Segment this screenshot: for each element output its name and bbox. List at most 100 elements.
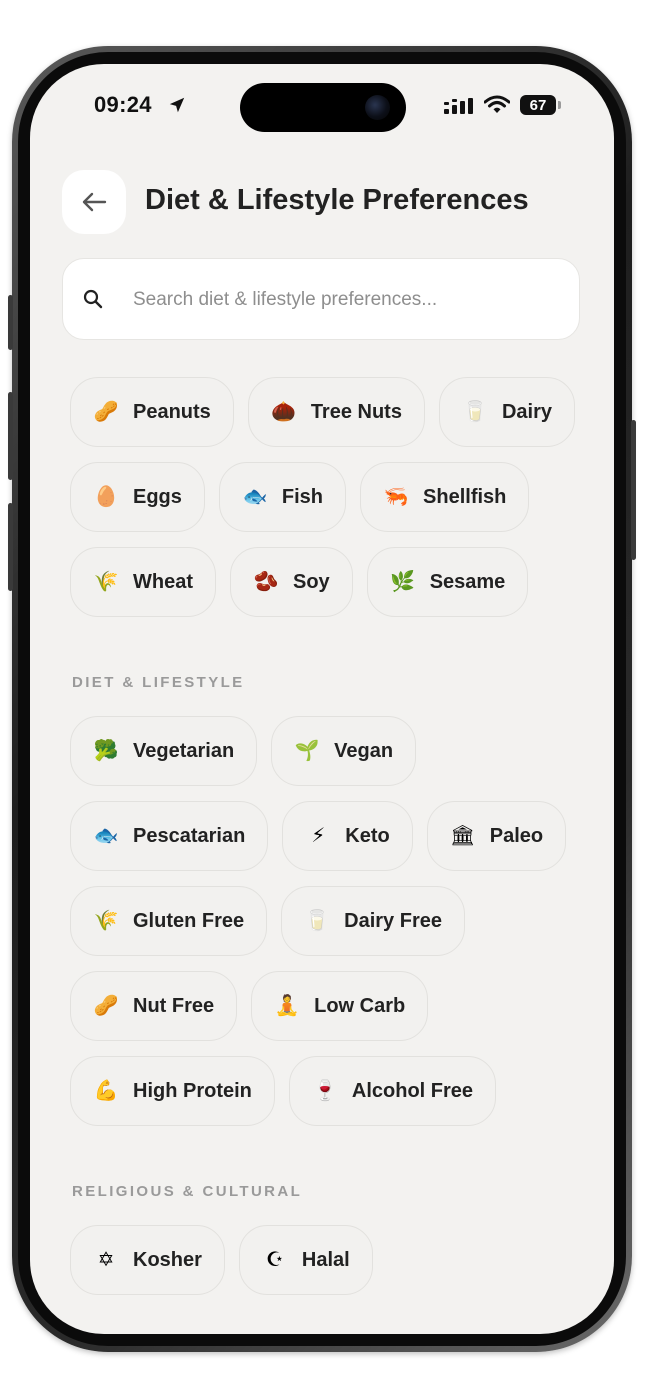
chip-kosher[interactable]: ✡ Kosher (70, 1225, 225, 1295)
soy-icon: 🫘 (253, 571, 279, 593)
chip-pescatarian[interactable]: 🐟 Pescatarian (70, 801, 269, 871)
action-button (8, 295, 13, 350)
chip-halal[interactable]: ☪ Halal (238, 1225, 373, 1295)
shellfish-icon: 🦐 (383, 486, 409, 508)
low-carb-icon: 🧘 (274, 995, 300, 1017)
chip-peanuts[interactable]: 🥜 Peanuts (70, 377, 234, 447)
chip-high-protein[interactable]: 💪 High Protein (70, 1056, 275, 1126)
page-title: Diet & Lifestyle Preferences (145, 184, 529, 216)
alcohol-free-icon: 🍷 (312, 1080, 338, 1102)
chip-label: Dairy Free (344, 909, 442, 932)
chip-label: Vegetarian (133, 739, 235, 762)
chip-label: Dairy (501, 400, 552, 423)
chip-tree-nuts[interactable]: 🌰 Tree Nuts (247, 377, 425, 447)
battery-icon: 67 (520, 95, 556, 115)
chip-label: Gluten Free (133, 909, 245, 932)
chip-soy[interactable]: 🫘 Soy (230, 547, 353, 617)
signal-icon (444, 98, 473, 114)
chip-label: Vegan (334, 739, 394, 762)
status-time: 09:24 (94, 92, 152, 117)
page-header: Diet & Lifestyle Preferences (62, 170, 582, 234)
battery-tip (558, 101, 561, 109)
volume-down-button (8, 503, 13, 591)
chip-label: Sesame (429, 570, 506, 593)
high-protein-icon: 💪 (93, 1080, 119, 1102)
chip-low-carb[interactable]: 🧘 Low Carb (251, 971, 429, 1041)
chip-vegan[interactable]: 🌱 Vegan (271, 716, 417, 786)
chip-sesame[interactable]: 🌿 Sesame (366, 547, 529, 617)
nut-free-icon: 🥜 (93, 995, 119, 1017)
chip-label: Paleo (489, 824, 544, 847)
chip-dairy-free[interactable]: 🥛 Dairy Free (281, 886, 465, 956)
chip-row: 🥚 Eggs 🐟 Fish 🦐 Shellfish (70, 462, 590, 532)
search-icon (83, 289, 103, 309)
chip-label: Peanuts (133, 400, 211, 423)
chip-label: Keto (345, 824, 390, 847)
pescatarian-icon: 🐟 (93, 825, 119, 847)
chip-label: Kosher (133, 1248, 202, 1271)
chip-alcohol-free[interactable]: 🍷 Alcohol Free (288, 1056, 497, 1126)
preferences-list: 🥜 Peanuts 🌰 Tree Nuts 🥛 Dairy 🥚 Eggs 🐟 Fish 🦐 Shell… (70, 377, 590, 1310)
chip-keto[interactable]: ⚡ Keto (282, 801, 413, 871)
chip-label: Eggs (133, 485, 182, 508)
kosher-icon: ✡ (97, 1249, 115, 1271)
chip-row: 🌾 Wheat 🫘 Soy 🌿 Sesame (70, 547, 590, 617)
search-box[interactable] (62, 258, 580, 340)
search-input[interactable] (131, 279, 555, 321)
chip-label: Tree Nuts (310, 400, 402, 423)
keto-icon: ⚡ (311, 825, 326, 847)
back-button[interactable] (62, 170, 126, 234)
peanuts-icon: 🥜 (93, 401, 119, 423)
chip-label: Shellfish (423, 485, 507, 508)
chip-shellfish[interactable]: 🦐 Shellfish (360, 462, 530, 532)
arrow-left-icon (82, 192, 107, 212)
chip-row: 🐟 Pescatarian ⚡ Keto 🏛 Paleo (70, 801, 590, 871)
chip-label: Fish (281, 485, 324, 508)
wifi-icon (484, 95, 510, 113)
chip-row: 💪 High Protein 🍷 Alcohol Free (70, 1056, 590, 1126)
chip-label: Soy (293, 570, 330, 593)
section-heading-diet-lifestyle: DIET & LIFESTYLE (72, 674, 245, 691)
chip-label: Nut Free (133, 994, 215, 1017)
religious-cultural-section: ✡ Kosher ☪ Halal (70, 1225, 590, 1295)
chip-label: Halal (301, 1248, 350, 1271)
dairy-free-icon: 🥛 (304, 910, 330, 932)
gluten-free-icon: 🌾 (93, 910, 119, 932)
chip-label: Low Carb (314, 994, 406, 1017)
tree-nuts-icon: 🌰 (271, 401, 297, 423)
status-bar: 09:24 67 (30, 64, 614, 144)
chip-label: High Protein (133, 1079, 252, 1102)
chip-dairy[interactable]: 🥛 Dairy (438, 377, 575, 447)
app-screen: 09:24 67 Diet & Lifestyle Preferences Se… (30, 64, 614, 1334)
chip-nut-free[interactable]: 🥜 Nut Free (70, 971, 238, 1041)
section-heading-religious-cultural: RELIGIOUS & CULTURAL (72, 1183, 303, 1200)
vegetarian-icon: 🥦 (93, 740, 119, 762)
chip-wheat[interactable]: 🌾 Wheat (70, 547, 216, 617)
vegan-icon: 🌱 (294, 740, 320, 762)
power-button (631, 420, 636, 560)
sesame-icon: 🌿 (390, 571, 416, 593)
chip-gluten-free[interactable]: 🌾 Gluten Free (70, 886, 268, 956)
chip-vegetarian[interactable]: 🥦 Vegetarian (70, 716, 258, 786)
chip-row: 🥦 Vegetarian 🌱 Vegan (70, 716, 590, 786)
chip-fish[interactable]: 🐟 Fish (218, 462, 347, 532)
volume-up-button (8, 392, 13, 480)
paleo-icon: 🏛 (450, 825, 476, 847)
chip-row: 🥜 Peanuts 🌰 Tree Nuts 🥛 Dairy (70, 377, 590, 447)
chip-label: Wheat (133, 570, 193, 593)
chip-row: 🥜 Nut Free 🧘 Low Carb (70, 971, 590, 1041)
chip-label: Pescatarian (133, 824, 246, 847)
chip-eggs[interactable]: 🥚 Eggs (70, 462, 205, 532)
chip-row: 🌾 Gluten Free 🥛 Dairy Free (70, 886, 590, 956)
camera-icon (365, 95, 390, 120)
chip-label: Alcohol Free (351, 1079, 474, 1102)
wheat-icon: 🌾 (93, 571, 119, 593)
dairy-icon: 🥛 (462, 401, 488, 423)
allergens-section: 🥜 Peanuts 🌰 Tree Nuts 🥛 Dairy 🥚 Eggs 🐟 Fish 🦐 Shell… (70, 377, 590, 617)
dynamic-island (240, 83, 406, 132)
chip-paleo[interactable]: 🏛 Paleo (426, 801, 567, 871)
chip-row: ✡ Kosher ☪ Halal (70, 1225, 590, 1295)
eggs-icon: 🥚 (93, 486, 119, 508)
